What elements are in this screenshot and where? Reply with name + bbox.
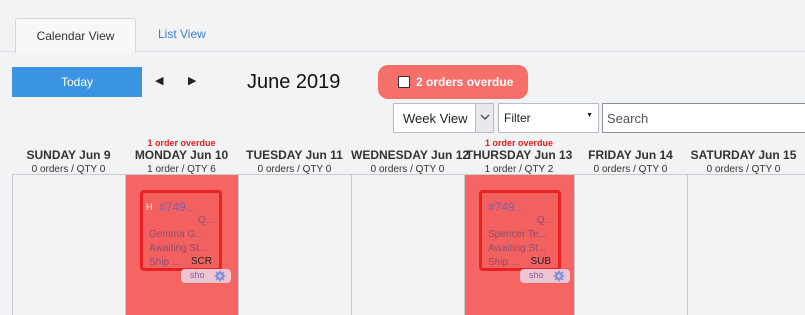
overdue-checkbox[interactable] xyxy=(398,76,410,88)
order-qty: Q... xyxy=(536,215,553,226)
day-header-sunday: SUNDAY Jun 9 0 orders / QTY 0 xyxy=(12,136,125,175)
day-name: SUNDAY Jun 9 xyxy=(26,148,111,162)
order-tag: SUB xyxy=(530,256,551,267)
order-card[interactable]: #749... Q... Spencer Te... Awaiting St..… xyxy=(479,190,570,283)
day-overdue-label: 1 order overdue xyxy=(484,138,554,148)
gear-icon[interactable] xyxy=(214,270,226,282)
next-week-button[interactable]: ▶ xyxy=(188,74,196,87)
view-select-value: Week View xyxy=(403,111,468,126)
previous-week-button[interactable]: ◀ xyxy=(155,74,163,87)
day-overdue-label: 1 order overdue xyxy=(147,138,216,148)
view-tabs: Calendar View List View xyxy=(0,0,805,53)
overdue-orders-label: 2 orders overdue xyxy=(416,75,514,89)
order-action-chip[interactable]: sho xyxy=(520,269,570,283)
day-cell-sunday[interactable] xyxy=(13,175,126,315)
day-name: TUESDAY Jun 11 xyxy=(246,148,343,162)
day-name: MONDAY Jun 10 xyxy=(134,148,229,162)
day-header-monday: 1 order overdue MONDAY Jun 10 1 order / … xyxy=(125,136,238,175)
order-status: Awaiting St... xyxy=(488,243,547,254)
order-flag: H xyxy=(146,202,153,212)
order-number-link[interactable]: #749... xyxy=(488,200,525,214)
order-customer: Spencer Te... xyxy=(488,229,547,240)
order-ship: Ship ... xyxy=(488,257,520,268)
order-card[interactable]: H #749... Q... Gemma G... Awaiting St...… xyxy=(140,190,231,283)
order-customer: Gemma G... xyxy=(149,229,204,240)
day-header-wednesday: WEDNESDAY Jun 12 0 orders / QTY 0 xyxy=(351,136,470,175)
day-name: FRIDAY Jun 14 xyxy=(588,148,673,162)
day-header-friday: FRIDAY Jun 14 0 orders / QTY 0 xyxy=(574,136,687,175)
week-grid: H #749... Q... Gemma G... Awaiting St...… xyxy=(12,174,805,315)
view-select[interactable]: Week View xyxy=(393,103,494,133)
day-cell-tuesday[interactable] xyxy=(239,175,352,315)
day-cell-saturday[interactable] xyxy=(688,175,805,315)
tab-calendar-view[interactable]: Calendar View xyxy=(15,18,136,53)
overdue-orders-button[interactable]: 2 orders overdue xyxy=(378,65,528,99)
order-ship: Ship ... xyxy=(149,257,181,268)
order-number-link[interactable]: #749... xyxy=(159,200,196,214)
day-name: SATURDAY Jun 15 xyxy=(690,148,797,162)
day-cell-thursday[interactable]: #749... Q... Spencer Te... Awaiting St..… xyxy=(465,175,575,315)
order-status: Awaiting St... xyxy=(149,243,208,254)
day-header-saturday: SATURDAY Jun 15 0 orders / QTY 0 xyxy=(687,136,800,175)
tab-list-view[interactable]: List View xyxy=(158,27,206,41)
order-qty: Q... xyxy=(197,215,214,226)
order-action-chip[interactable]: sho xyxy=(181,269,231,283)
gear-icon[interactable] xyxy=(553,270,565,282)
filter-select[interactable]: Filter ▼ xyxy=(498,103,599,133)
day-name: THURSDAY Jun 13 xyxy=(465,148,573,162)
filter-select-value: Filter xyxy=(504,111,531,125)
day-cell-monday[interactable]: H #749... Q... Gemma G... Awaiting St...… xyxy=(126,175,239,315)
today-button[interactable]: Today xyxy=(12,67,142,97)
day-header-thursday: 1 order overdue THURSDAY Jun 13 1 order … xyxy=(464,136,574,175)
order-chip-label: sho xyxy=(190,270,205,280)
day-header-tuesday: TUESDAY Jun 11 0 orders / QTY 0 xyxy=(238,136,351,175)
day-cell-friday[interactable] xyxy=(575,175,688,315)
chevron-down-icon[interactable] xyxy=(475,104,493,132)
order-tag: SCR xyxy=(190,256,212,267)
month-title: June 2019 xyxy=(247,71,341,93)
day-name: WEDNESDAY Jun 12 xyxy=(351,148,470,162)
caret-down-icon: ▼ xyxy=(586,112,593,119)
search-input[interactable] xyxy=(602,103,805,133)
day-cell-wednesday[interactable] xyxy=(352,175,465,315)
order-chip-label: sho xyxy=(529,270,544,280)
